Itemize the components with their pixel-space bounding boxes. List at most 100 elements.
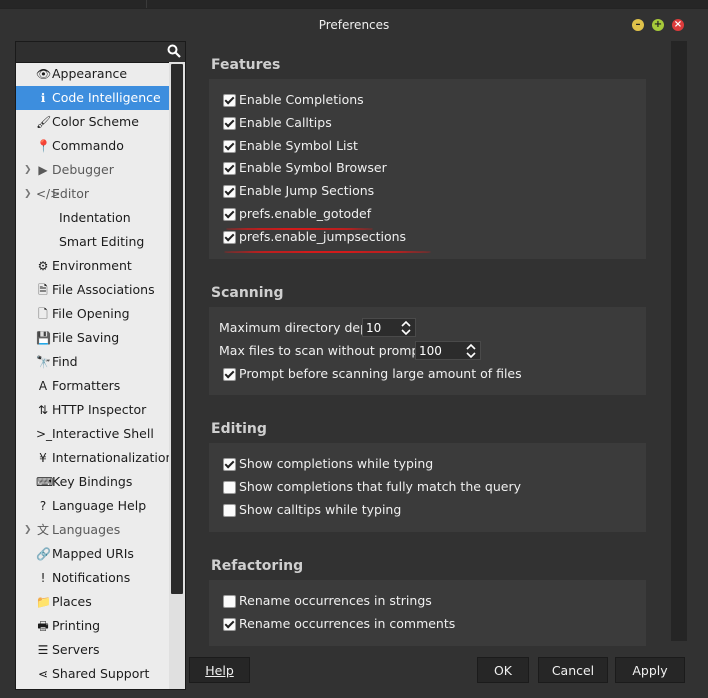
expand-arrow-icon[interactable]: ❯ [24,518,32,542]
checkbox-box[interactable] [223,139,236,153]
sidebar-item-label: Places [52,594,92,609]
search-input[interactable] [16,42,185,63]
info-icon: ℹ [40,91,46,105]
sidebar-item-language-help[interactable]: ? Language Help [16,494,169,518]
link-icon: 🔗 [36,547,51,561]
font-icon: A [38,379,48,393]
checkbox-box[interactable] [223,458,236,471]
sidebar-scroll-thumb[interactable] [171,64,183,594]
checkbox-box[interactable] [223,162,236,176]
sidebar-item-formatters[interactable]: A Formatters [16,374,169,398]
sidebar-scrollbar[interactable] [169,62,185,689]
binoculars-icon: 🔭 [36,355,51,369]
sidebar-item-file-saving[interactable]: 💾 File Saving [16,326,169,350]
checkbox-label: Show calltips while typing [239,502,402,517]
depth-row: Maximum directory depth: 10 [219,318,416,338]
spin-arrows-icon[interactable] [401,320,411,336]
sidebar-item-find[interactable]: 🔭 Find [16,350,169,374]
sidebar-item-label: Formatters [52,378,121,393]
sidebar-item-code-intelligence[interactable]: ℹ Code Intelligence [16,86,169,110]
maxfiles-spinbox[interactable]: 100 [415,341,481,360]
sidebar-item-color-scheme[interactable]: 🖌 Color Scheme [16,110,169,134]
checkbox-box[interactable] [223,116,236,130]
annotation-underline-gotodef [226,228,373,230]
sidebar-item-file-associations[interactable]: 🗎 File Associations [16,278,169,302]
checkbox-label: Rename occurrences in strings [239,593,432,608]
sidebar-item-editor[interactable]: ❯ </> Editor [16,182,169,206]
checkbox-box[interactable] [223,504,236,517]
sidebar-item-label: File Associations [52,282,155,297]
sidebar-item-debugger[interactable]: ❯ ▶ Debugger [16,158,169,182]
sidebar-item-internationalization[interactable]: ¥ Internationalization [16,446,173,470]
checkbox-box[interactable] [223,230,236,244]
help-icon: ? [39,499,47,513]
checkbox-label: prefs.enable_gotodef [239,206,372,221]
sidebar-item-servers[interactable]: ☰ Servers [16,638,169,662]
sidebar-item-label: HTTP Inspector [52,402,147,417]
sidebar-item-label: Servers [52,642,100,657]
depth-spinbox[interactable]: 10 [362,318,416,337]
sidebar-item-label: Debugger [52,162,114,177]
checkbox-box[interactable] [223,618,236,631]
sidebar-item-label: Appearance [52,66,128,81]
checkbox-label: Enable Jump Sections [239,183,375,199]
yen-icon: ¥ [39,451,47,465]
features-group: Enable Completions Enable Calltips Enable … [209,79,646,259]
sidebar-item-places[interactable]: 📁 Places [16,590,169,614]
sidebar-item-http-inspector[interactable]: ⇅ HTTP Inspector [16,398,169,422]
search-icon[interactable] [167,44,181,58]
spin-arrows-icon[interactable] [466,343,476,359]
help-button[interactable]: Help [189,657,250,683]
sidebar-item-mapped-uris[interactable]: 🔗 Mapped URIs [16,542,169,566]
expand-arrow-icon[interactable]: ❯ [24,182,32,206]
sidebar-item-indentation[interactable]: Indentation [16,206,169,230]
sidebar-item-label: Notifications [52,570,131,585]
sidebar-item-file-opening[interactable]: 🗋 File Opening [16,302,169,326]
close-button[interactable]: × [672,19,684,31]
sidebar-item-label: Mapped URIs [52,546,134,561]
sidebar-item-label: File Opening [52,306,130,321]
play-icon: ▶ [38,163,48,177]
share-icon: ⋖ [37,667,49,681]
preferences-window: Preferences – + × 👁 Appearance ℹ Code Intel… [0,8,708,698]
brush-icon: 🖌 [36,115,52,129]
checkbox-box[interactable] [223,481,236,494]
sidebar-item-interactive-shell[interactable]: >_ Interactive Shell [16,422,169,446]
apply-button[interactable]: Apply [615,657,685,683]
cancel-button[interactable]: Cancel [538,657,608,683]
scanning-group: Maximum directory depth: 10 Max files to… [209,307,646,395]
languages-icon: 文 [36,523,49,537]
sidebar-item-commando[interactable]: 📍 Commando [16,134,169,158]
sidebar-item-smart-editing[interactable]: Smart Editing [16,230,169,254]
maximize-button[interactable]: + [652,19,664,31]
checkbox-box[interactable] [223,94,236,107]
save-icon: 💾 [36,331,51,345]
checkbox-box[interactable] [223,595,236,608]
ok-button[interactable]: OK [477,657,529,683]
checkbox-box[interactable] [223,185,236,199]
checkbox-box[interactable] [223,368,236,381]
sidebar-item-label: Color Scheme [52,114,139,129]
settings-panel: Features Enable Completions Enable Callti… [190,41,687,661]
minimize-button[interactable]: – [632,19,644,31]
sidebar-item-label: Shared Support [52,666,150,681]
editing-heading: Editing [211,421,267,437]
sidebar-item-label: Smart Editing [59,234,145,249]
checkbox-label: Enable Symbol Browser [239,160,387,176]
refactoring-group: Rename occurrences in strings Rename occu… [209,580,646,646]
sidebar-item-key-bindings[interactable]: ⌨ Key Bindings [16,470,169,494]
sidebar-item-printing[interactable]: 🖶 Printing [16,614,169,638]
eye-icon: 👁 [36,67,52,81]
annotation-underline-jumpsections [224,251,431,253]
sidebar-item-appearance[interactable]: 👁 Appearance [16,62,169,86]
checkbox-box[interactable] [223,208,236,221]
sidebar-item-languages[interactable]: ❯ 文 Languages [16,518,169,542]
depth-value: 10 [366,321,382,335]
sidebar-item-notifications[interactable]: ! Notifications [16,566,169,590]
sidebar-item-shared-support[interactable]: ⋖ Shared Support [16,662,169,686]
folder-icon: 📁 [36,595,51,609]
pin-icon: 📍 [36,139,51,153]
sidebar-item-label: Find [52,354,78,369]
sidebar-item-environment[interactable]: ⚙ Environment [16,254,169,278]
expand-arrow-icon[interactable]: ❯ [24,158,32,182]
